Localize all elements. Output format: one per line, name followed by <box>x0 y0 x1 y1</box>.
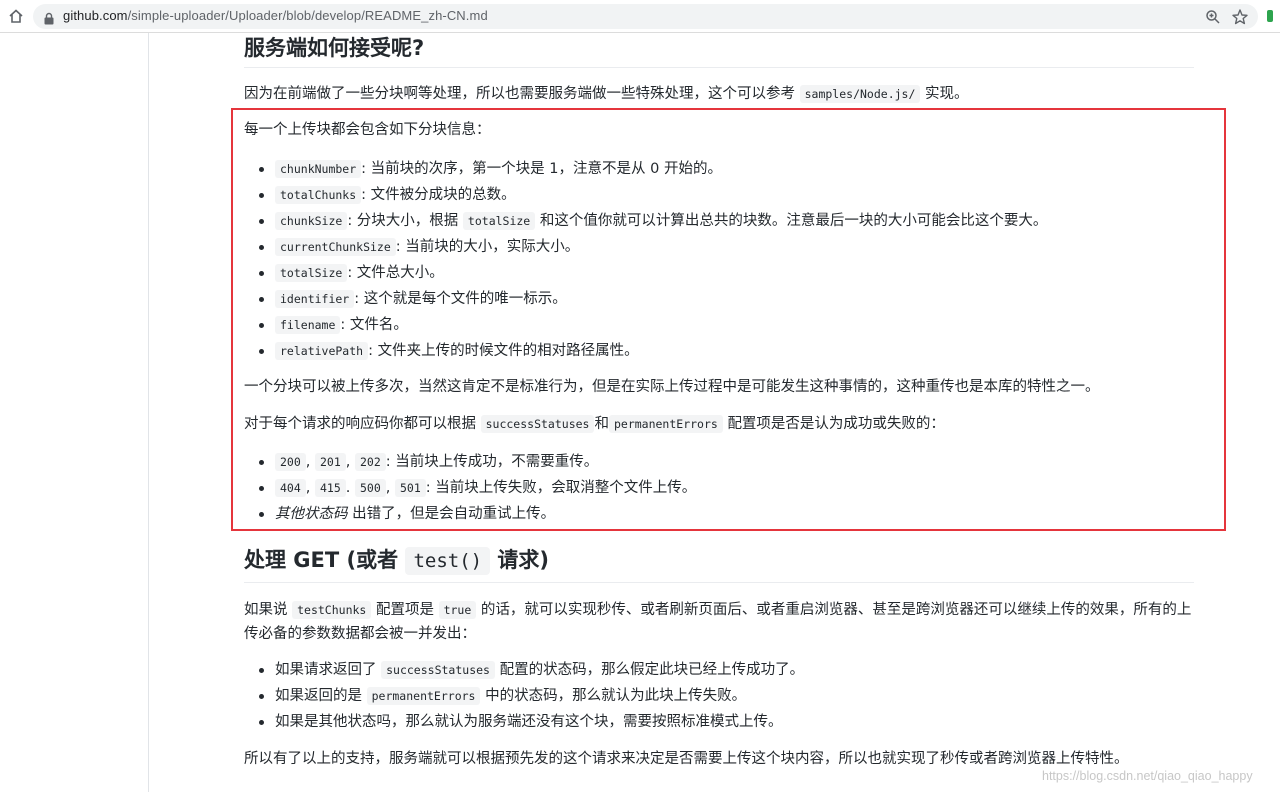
get-response-list: 如果请求返回了 successStatuses 配置的状态码，那么假定此块已经上… <box>259 657 804 735</box>
intro-paragraph: 因为在前端做了一些分块啊等处理，所以也需要服务端做一些特殊处理，这个可以参考 s… <box>244 84 969 104</box>
inline-code: totalChunks <box>275 186 362 204</box>
url-path: /simple-uploader/Uploader/blob/develop/R… <box>127 8 488 23</box>
separator: , <box>345 454 351 470</box>
list-item-text: : 文件夹上传的时候文件的相对路径属性。 <box>368 343 639 359</box>
list-item-text: 中的状态码，那么就认为此块上传失败。 <box>485 688 747 704</box>
inline-code: 501 <box>395 479 426 497</box>
inline-code: currentChunkSize <box>275 238 396 256</box>
sidebar-divider <box>148 33 149 792</box>
paragraph-text: 配置项是否是认为成功或失败的： <box>727 416 945 432</box>
paragraph-text: 配置项是 <box>375 602 434 618</box>
inline-code: identifier <box>275 290 355 308</box>
multi-upload-paragraph: 一个分块可以被上传多次，当然这肯定不是标准行为，但是在实际上传过程中是可能发生这… <box>244 379 1100 395</box>
inline-code: successStatuses <box>480 415 595 433</box>
heading-code: test() <box>405 547 491 575</box>
home-icon[interactable] <box>7 7 25 25</box>
list-item: chunkNumber: 当前块的次序，第一个块是 1，注意不是从 0 开始的。 <box>259 156 1047 182</box>
inline-code: 404 <box>275 479 306 497</box>
list-item-text: : 这个就是每个文件的唯一标示。 <box>354 291 567 307</box>
inline-code: totalSize <box>462 212 536 230</box>
section-heading-server: 服务端如何接受呢? <box>244 36 425 60</box>
list-item-text: 如果返回的是 <box>275 688 362 704</box>
separator: , <box>385 480 391 496</box>
intro-text: 因为在前端做了一些分块啊等处理，所以也需要服务端做一些特殊处理，这个可以参考 <box>244 86 795 102</box>
list-item-text: : 当前块上传成功，不需要重传。 <box>385 454 599 470</box>
inline-code: 200 <box>275 453 306 471</box>
list-item-text: 如果请求返回了 <box>275 662 377 678</box>
extension-icon[interactable] <box>1267 10 1273 22</box>
list-item: 200, 201, 202: 当前块上传成功，不需要重传。 <box>259 449 696 475</box>
separator: , <box>305 454 311 470</box>
url-field[interactable]: github.com/simple-uploader/Uploader/blob… <box>33 4 1258 29</box>
emphasis-text: 其他状态码 <box>275 506 348 522</box>
inline-code: chunkSize <box>275 212 348 230</box>
list-item: 如果是其他状态吗，那么就认为服务端还没有这个块，需要按照标准模式上传。 <box>259 709 804 735</box>
url-host: github.com <box>63 8 128 23</box>
intro-text-end: 实现。 <box>925 86 969 102</box>
testchunks-paragraph: 如果说 testChunks 配置项是 true 的话，就可以实现秒传、或者刷新… <box>244 598 1196 646</box>
section-heading-get: 处理 GET (或者 test() 请求) <box>244 545 549 576</box>
paragraph-text: 如果说 <box>244 602 288 618</box>
chunk-intro: 每一个上传块都会包含如下分块信息： <box>244 122 491 138</box>
list-item-text: : 当前块的大小，实际大小。 <box>395 239 580 255</box>
list-item-text: : 当前块上传失败，会取消整个文件上传。 <box>425 480 697 496</box>
list-item-text: : 文件总大小。 <box>347 265 444 281</box>
watermark: https://blog.csdn.net/qiao_qiao_happy <box>1042 769 1253 783</box>
inline-code: chunkNumber <box>275 160 362 178</box>
inline-code: permanentErrors <box>366 687 481 705</box>
paragraph-text: 和 <box>594 416 609 432</box>
inline-code: totalSize <box>275 264 348 282</box>
inline-code: filename <box>275 316 341 334</box>
inline-code: permanentErrors <box>608 415 723 433</box>
list-item-text: 出错了，但是会自动重试上传。 <box>352 506 556 522</box>
heading-text: 请求) <box>497 548 550 572</box>
status-paragraph: 对于每个请求的响应码你都可以根据 successStatuses 和 permane… <box>244 414 945 434</box>
separator: . <box>345 480 351 496</box>
list-item: 如果返回的是 permanentErrors 中的状态码，那么就认为此块上传失败… <box>259 683 804 709</box>
inline-code: successStatuses <box>381 661 495 679</box>
list-item: currentChunkSize: 当前块的大小，实际大小。 <box>259 234 1047 260</box>
list-item: identifier: 这个就是每个文件的唯一标示。 <box>259 286 1047 312</box>
paragraph-text: 对于每个请求的响应码你都可以根据 <box>244 416 476 432</box>
list-item: 如果请求返回了 successStatuses 配置的状态码，那么假定此块已经上… <box>259 657 804 683</box>
list-item: totalChunks: 文件被分成块的总数。 <box>259 182 1047 208</box>
list-item-text: 如果是其他状态吗，那么就认为服务端还没有这个块，需要按照标准模式上传。 <box>275 714 783 730</box>
bookmark-star-icon[interactable] <box>1231 8 1249 26</box>
inline-code: testChunks <box>292 601 372 619</box>
separator: , <box>305 480 311 496</box>
inline-code: 500 <box>355 479 386 497</box>
list-item-text: : 文件被分成块的总数。 <box>361 187 516 203</box>
lock-icon[interactable] <box>43 10 55 25</box>
status-list: 200, 201, 202: 当前块上传成功，不需要重传。 404, 415. … <box>259 449 696 527</box>
list-item: totalSize: 文件总大小。 <box>259 260 1047 286</box>
inline-code: samples/Node.js/ <box>799 85 921 103</box>
list-item: relativePath: 文件夹上传的时候文件的相对路径属性。 <box>259 338 1047 364</box>
inline-code: 202 <box>355 453 386 471</box>
list-item: 其他状态码 出错了，但是会自动重试上传。 <box>259 501 696 527</box>
list-item: 404, 415. 500, 501: 当前块上传失败，会取消整个文件上传。 <box>259 475 696 501</box>
list-item-text: : 分块大小，根据 <box>347 213 459 229</box>
list-item-text: : 当前块的次序，第一个块是 1，注意不是从 0 开始的。 <box>361 161 722 177</box>
inline-code: true <box>438 601 477 619</box>
list-item-text: 配置的状态码，那么假定此块已经上传成功了。 <box>499 662 805 678</box>
list-item-text: : 文件名。 <box>340 317 408 333</box>
browser-address-bar: github.com/simple-uploader/Uploader/blob… <box>0 0 1280 33</box>
zoom-icon[interactable] <box>1205 9 1221 25</box>
heading-rule <box>244 67 1194 68</box>
list-item: filename: 文件名。 <box>259 312 1047 338</box>
inline-code: relativePath <box>275 342 369 360</box>
chunk-info-list: chunkNumber: 当前块的次序，第一个块是 1，注意不是从 0 开始的。… <box>259 156 1047 364</box>
conclusion-paragraph: 所以有了以上的支持，服务端就可以根据预先发的这个请求来决定是否需要上传这个块内容… <box>244 751 1129 767</box>
heading-text: 处理 GET (或者 <box>244 548 399 572</box>
url-text: github.com/simple-uploader/Uploader/blob… <box>63 8 488 23</box>
inline-code: 415 <box>315 479 346 497</box>
inline-code: 201 <box>315 453 346 471</box>
list-item-text: 和这个值你就可以计算出总共的块数。注意最后一块的大小可能会比这个要大。 <box>539 213 1048 229</box>
list-item: chunkSize: 分块大小，根据 totalSize 和这个值你就可以计算出… <box>259 208 1047 234</box>
heading-rule <box>244 582 1194 583</box>
